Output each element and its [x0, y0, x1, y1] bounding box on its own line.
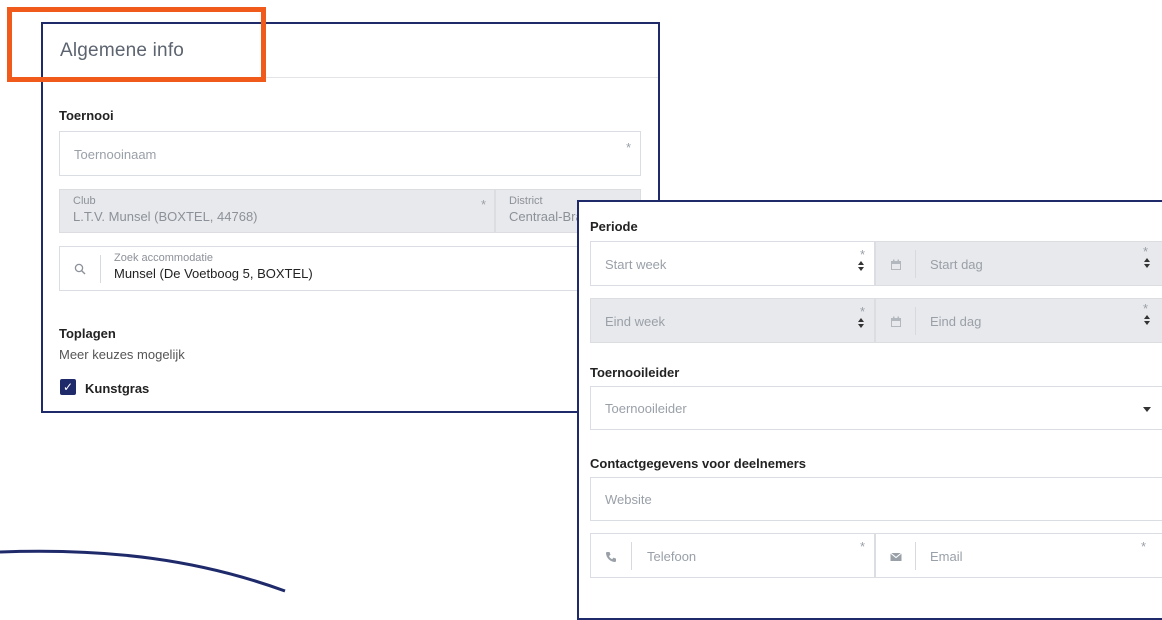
- required-mark: *: [1140, 539, 1146, 554]
- phone-icon: [606, 552, 616, 562]
- accommodation-value: Munsel (De Voetboog 5, BOXTEL): [114, 266, 313, 281]
- email-input[interactable]: Email *: [875, 533, 1162, 578]
- leader-placeholder: Toernooileider: [605, 401, 687, 416]
- required-mark: *: [1143, 301, 1149, 316]
- contact-section-label: Contactgegevens voor deelnemers: [590, 456, 807, 471]
- website-placeholder: Website: [605, 492, 652, 507]
- field-separator: [915, 307, 916, 335]
- period-section-label: Periode: [590, 219, 638, 234]
- annotation-curve: [0, 549, 286, 593]
- sort-caret-icon: [1143, 258, 1151, 270]
- surfaces-hint: Meer keuzes mogelijk: [59, 347, 185, 362]
- field-separator: [100, 255, 101, 283]
- envelope-icon: [890, 552, 902, 561]
- end-week-placeholder: Eind week: [605, 314, 665, 329]
- field-separator: [915, 542, 916, 570]
- club-field: Club L.T.V. Munsel (BOXTEL, 44768) *: [59, 189, 495, 233]
- kunstgras-label: Kunstgras: [85, 381, 150, 396]
- sort-caret-icon: [857, 261, 865, 273]
- club-label: Club: [73, 195, 96, 207]
- tournament-name-input[interactable]: Toernooinaam *: [59, 131, 641, 176]
- tournament-name-placeholder: Toernooinaam: [74, 147, 157, 162]
- kunstgras-checkbox[interactable]: ✓: [60, 379, 76, 395]
- end-day-placeholder: Eind dag: [930, 314, 982, 329]
- required-mark: *: [859, 539, 865, 554]
- required-mark: *: [625, 140, 631, 155]
- field-separator: [631, 542, 632, 570]
- tournament-section-label: Toernooi: [59, 108, 114, 123]
- end-day-field: Eind dag: [875, 298, 1162, 343]
- club-value: L.T.V. Munsel (BOXTEL, 44768): [73, 209, 258, 224]
- chevron-down-icon[interactable]: [1143, 407, 1151, 412]
- search-icon: [74, 263, 86, 275]
- accommodation-label: Zoek accommodatie: [114, 252, 214, 264]
- start-week-select[interactable]: Start week *: [590, 241, 875, 286]
- website-input[interactable]: Website: [590, 477, 1162, 521]
- calendar-icon: [891, 259, 901, 270]
- leader-select[interactable]: Toernooileider: [590, 386, 1162, 430]
- highlight-annotation: [7, 7, 266, 82]
- phone-placeholder: Telefoon: [647, 549, 697, 564]
- accommodation-search-input[interactable]: Zoek accommodatie Munsel (De Voetboog 5,…: [59, 246, 641, 291]
- calendar-icon: [891, 316, 901, 327]
- district-label: District: [509, 195, 543, 207]
- leader-section-label: Toernooileider: [590, 365, 680, 380]
- required-mark: *: [480, 197, 486, 212]
- phone-input[interactable]: Telefoon *: [590, 533, 875, 578]
- required-mark: *: [859, 304, 865, 319]
- end-week-select[interactable]: Eind week *: [590, 298, 875, 343]
- start-day-placeholder: Start dag: [930, 257, 983, 272]
- surfaces-section-label: Toplagen: [59, 326, 116, 341]
- sort-caret-icon: [1143, 315, 1151, 327]
- sort-caret-icon: [857, 318, 865, 330]
- start-week-placeholder: Start week: [605, 257, 667, 272]
- field-separator: [915, 250, 916, 278]
- details-panel: Periode Start week * Start dag Eind week…: [577, 200, 1162, 620]
- district-value: Centraal-Bra: [509, 209, 583, 224]
- required-mark: *: [1143, 244, 1149, 259]
- email-placeholder: Email: [930, 549, 963, 564]
- start-day-field: Start dag: [875, 241, 1162, 286]
- required-mark: *: [859, 247, 865, 262]
